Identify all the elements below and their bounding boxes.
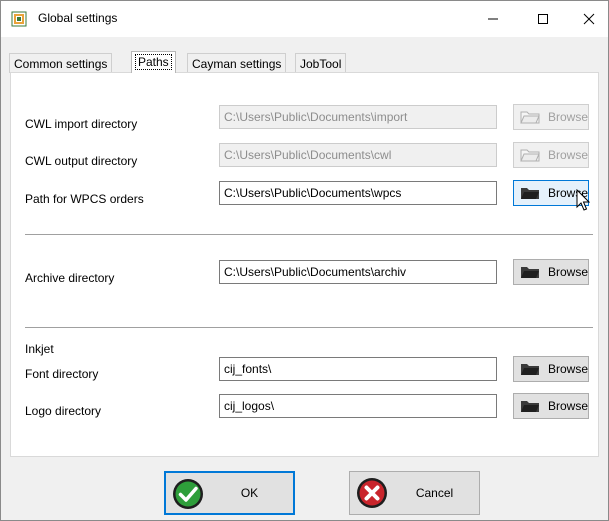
tab-label: Common settings bbox=[14, 57, 108, 71]
browse-label: Browse bbox=[547, 399, 588, 413]
tab-label: JobTool bbox=[300, 57, 342, 71]
folder-icon bbox=[520, 111, 540, 124]
maximize-icon bbox=[538, 14, 548, 24]
cancel-button[interactable]: Cancel bbox=[349, 471, 480, 515]
font-directory-browse-button[interactable]: Browse bbox=[513, 356, 589, 382]
wpcs-orders-label: Path for WPCS orders bbox=[25, 192, 144, 206]
minimize-button[interactable] bbox=[470, 1, 516, 37]
browse-label: Browse bbox=[547, 148, 588, 162]
folder-icon bbox=[520, 188, 539, 199]
tab-paths[interactable]: Paths bbox=[131, 51, 176, 73]
archive-browse-button[interactable]: Browse bbox=[513, 259, 589, 285]
cwl-output-label: CWL output directory bbox=[25, 154, 138, 168]
browse-label: Browse bbox=[547, 110, 588, 124]
browse-label: Browse bbox=[547, 265, 588, 279]
archive-label: Archive directory bbox=[25, 271, 115, 285]
logo-directory-label: Logo directory bbox=[25, 404, 102, 418]
separator bbox=[25, 234, 593, 236]
folder-icon bbox=[520, 149, 540, 162]
cwl-output-browse-button[interactable]: Browse bbox=[513, 142, 589, 168]
tab-common-settings[interactable]: Common settings bbox=[9, 53, 113, 73]
browse-label: Browse bbox=[547, 362, 588, 376]
mouse-cursor-icon bbox=[576, 189, 590, 211]
ok-button[interactable]: OK bbox=[164, 471, 295, 515]
maximize-button[interactable] bbox=[520, 1, 566, 37]
cwl-output-field[interactable]: C:\Users\Public\Documents\cwl bbox=[219, 143, 497, 167]
minimize-icon bbox=[488, 18, 498, 20]
font-directory-field[interactable]: cij_fonts\ bbox=[219, 357, 497, 381]
inkjet-heading: Inkjet bbox=[25, 342, 54, 356]
tab-jobtool[interactable]: JobTool bbox=[295, 53, 347, 73]
archive-field[interactable]: C:\Users\Public\Documents\archiv bbox=[219, 260, 497, 284]
tab-label: Cayman settings bbox=[192, 57, 282, 71]
folder-icon bbox=[520, 267, 539, 278]
cwl-import-field[interactable]: C:\Users\Public\Documents\import bbox=[219, 105, 497, 129]
logo-directory-browse-button[interactable]: Browse bbox=[513, 393, 589, 419]
folder-icon bbox=[520, 364, 539, 375]
close-button[interactable] bbox=[566, 1, 609, 37]
tab-label: Paths bbox=[135, 54, 172, 70]
cwl-import-label: CWL import directory bbox=[25, 117, 138, 131]
separator bbox=[25, 327, 593, 329]
global-settings-window: Global settings Common settings Paths Ca… bbox=[0, 0, 609, 521]
tab-cayman-settings[interactable]: Cayman settings bbox=[187, 53, 287, 73]
cancel-label: Cancel bbox=[415, 486, 454, 500]
close-icon bbox=[583, 13, 595, 25]
folder-icon bbox=[520, 401, 539, 412]
ok-label: OK bbox=[240, 486, 259, 500]
font-directory-label: Font directory bbox=[25, 367, 99, 381]
title-bar[interactable]: Global settings bbox=[1, 1, 608, 37]
wpcs-orders-field[interactable]: C:\Users\Public\Documents\wpcs bbox=[219, 181, 497, 205]
window-title: Global settings bbox=[38, 11, 118, 25]
cwl-import-browse-button[interactable]: Browse bbox=[513, 104, 589, 130]
dialog-button-bar bbox=[1, 461, 608, 520]
logo-directory-field[interactable]: cij_logos\ bbox=[219, 394, 497, 418]
app-icon bbox=[11, 11, 27, 27]
